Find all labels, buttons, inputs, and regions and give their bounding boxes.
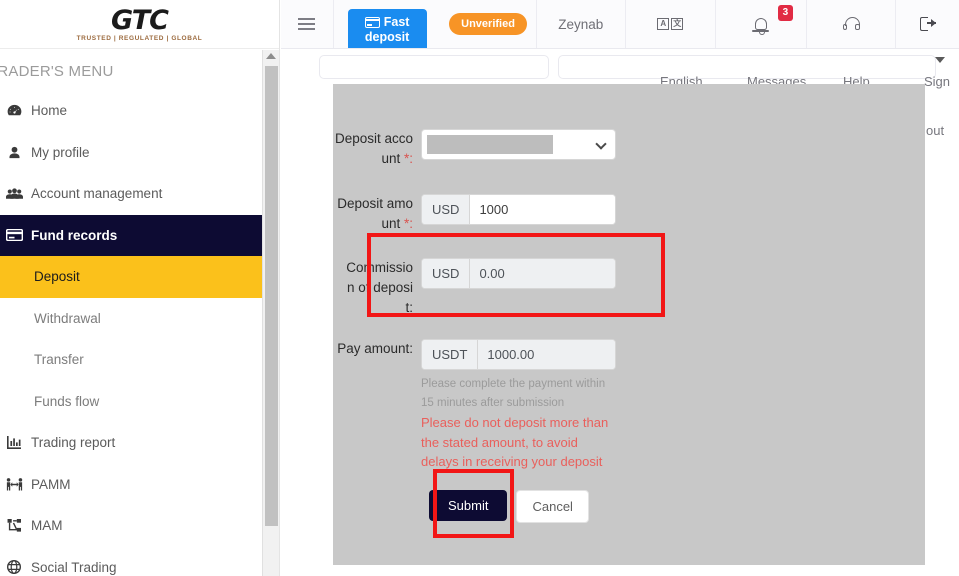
translate-icon: A文 — [657, 18, 684, 30]
user-icon — [0, 146, 31, 159]
main-content: Asghari English Messages Help desk Sign … — [281, 49, 959, 576]
sidebar-subitem-label: Transfer — [34, 352, 84, 368]
sidebar-subitem-withdrawal[interactable]: Withdrawal — [0, 298, 279, 340]
sidebar-item-label: PAMM — [31, 476, 71, 492]
pay-amount-input-group: USDT 1000.00 — [421, 339, 616, 370]
sidebar-item-label: Social Trading — [31, 559, 117, 575]
chevron-down-icon — [595, 138, 607, 150]
verification-status-cell[interactable]: Unverified — [441, 0, 537, 48]
top-navigation-bar: Fast deposit Unverified Zeynab A文 3 — [281, 0, 959, 49]
sidebar-item-account-management[interactable]: Account management ‹ — [0, 173, 279, 215]
users-icon — [0, 188, 31, 200]
deposit-amount-input[interactable]: 1000 — [470, 195, 615, 224]
scrollbar-thumb[interactable] — [265, 66, 278, 526]
deposit-account-select[interactable] — [421, 129, 616, 160]
user-menu-panel — [319, 55, 549, 79]
sidebar-item-label: Account management — [31, 186, 163, 202]
submit-button[interactable]: Submit — [429, 490, 508, 521]
commission-currency: USD — [422, 259, 471, 288]
headset-icon — [842, 17, 860, 31]
card-icon — [364, 16, 380, 28]
card-icon — [0, 229, 31, 242]
app-root: GTC TRUSTED | REGULATED | GLOBAL TRADER'… — [0, 0, 959, 576]
sidebar-item-my-profile[interactable]: My profile ‹ — [0, 132, 279, 174]
sidebar: GTC TRUSTED | REGULATED | GLOBAL TRADER'… — [0, 0, 280, 576]
overpayment-warning: Please do not deposit more than the stat… — [421, 415, 609, 469]
bell-icon — [752, 18, 770, 35]
sidebar-item-trading-report[interactable]: Trading report — [0, 422, 279, 464]
user-account-menu[interactable]: Zeynab — [537, 0, 627, 48]
deposit-account-label: Deposit account *: — [333, 129, 421, 169]
required-marker: *: — [403, 151, 413, 166]
pay-amount-label: Pay amount: — [337, 341, 413, 356]
fast-deposit-label-2: deposit — [364, 29, 410, 44]
scroll-down-arrow-icon[interactable] — [935, 57, 945, 63]
signout-label-2: out — [926, 123, 945, 138]
fast-deposit-cell[interactable]: Fast deposit — [334, 0, 441, 48]
payment-window-hint: Please complete the payment within 15 mi… — [421, 378, 606, 409]
sidebar-item-label: Trading report — [31, 435, 116, 451]
notification-badge: 3 — [777, 4, 793, 21]
notifications-button[interactable]: 3 — [716, 0, 807, 48]
sidebar-scrollbar[interactable] — [262, 50, 279, 576]
sidebar-subitem-funds-flow[interactable]: Funds flow — [0, 381, 279, 423]
pay-amount-currency: USDT — [422, 340, 479, 369]
field-deposit-amount: Deposit amount *: USD 1000 — [333, 194, 616, 234]
sidebar-item-label: Fund records — [31, 227, 118, 243]
sidebar-item-pamm[interactable]: PAMM — [0, 464, 279, 506]
sidebar-item-label: My profile — [31, 144, 90, 160]
sidebar-subitem-label: Deposit — [34, 269, 80, 285]
sidebar-subitem-deposit[interactable]: Deposit — [0, 256, 279, 298]
scroll-up-arrow-icon[interactable] — [266, 53, 276, 59]
commission-label: Commission of deposit: — [346, 260, 413, 315]
logo-tagline: TRUSTED | REGULATED | GLOBAL — [76, 35, 203, 42]
form-actions: Submit Cancel — [429, 490, 589, 523]
field-deposit-account: Deposit account *: — [333, 129, 616, 169]
sign-out-button[interactable] — [896, 0, 959, 48]
menu-title: TRADER'S MENU — [0, 63, 114, 80]
deposit-amount-currency: USD — [422, 195, 471, 224]
sidebar-item-fund-records[interactable]: Fund records ˅ — [0, 214, 279, 256]
user-name-label: Zeynab — [558, 16, 604, 32]
menu-toggle-button[interactable] — [281, 0, 334, 48]
hamburger-icon — [298, 18, 316, 30]
signout-label: Sign — [924, 74, 951, 89]
deposit-amount-input-group[interactable]: USD 1000 — [421, 194, 616, 225]
redacted-value — [427, 135, 553, 154]
chart-bar-icon — [0, 436, 31, 450]
sign-out-icon — [919, 17, 936, 31]
fast-deposit-label: Fast — [383, 14, 410, 29]
sidebar-item-social-trading[interactable]: Social Trading — [0, 547, 279, 576]
deposit-form-panel: Deposit account *: Deposit amount *: USD… — [333, 84, 925, 565]
sidebar-subitem-label: Withdrawal — [34, 310, 101, 326]
sidebar-item-label: Home — [31, 103, 68, 119]
required-marker: *: — [403, 216, 413, 231]
fast-deposit-button[interactable]: Fast deposit — [347, 8, 427, 48]
mam-icon — [0, 519, 31, 532]
commission-input-group: USD 0.00 — [421, 258, 616, 289]
logo-text: GTC — [111, 5, 169, 36]
sidebar-item-mam[interactable]: MAM — [0, 505, 279, 547]
sidebar-item-label: MAM — [31, 518, 63, 534]
dashboard-icon — [0, 104, 31, 117]
pamm-icon — [0, 477, 31, 491]
language-selector[interactable]: A文 — [626, 0, 716, 48]
sidebar-item-home[interactable]: Home — [0, 90, 279, 132]
field-pay-amount: Pay amount: USDT 1000.00 Please complete… — [333, 339, 617, 472]
sidebar-subitem-label: Funds flow — [34, 393, 100, 409]
sidebar-subitem-transfer[interactable]: Transfer — [0, 339, 279, 381]
cancel-button[interactable]: Cancel — [516, 490, 589, 523]
globe-icon — [0, 560, 31, 575]
deposit-amount-label: Deposit amount *: — [333, 194, 421, 234]
help-desk-button[interactable] — [807, 0, 897, 48]
brand-logo[interactable]: GTC TRUSTED | REGULATED | GLOBAL — [0, 0, 279, 49]
commission-value: 0.00 — [470, 259, 615, 288]
field-commission-of-deposit: Commission of deposit: USD 0.00 — [333, 258, 616, 318]
status-badge[interactable]: Unverified — [449, 13, 527, 35]
pay-amount-value: 1000.00 — [478, 340, 615, 369]
label-text: Deposit account — [334, 131, 413, 166]
label-text: Deposit amount — [337, 196, 413, 231]
